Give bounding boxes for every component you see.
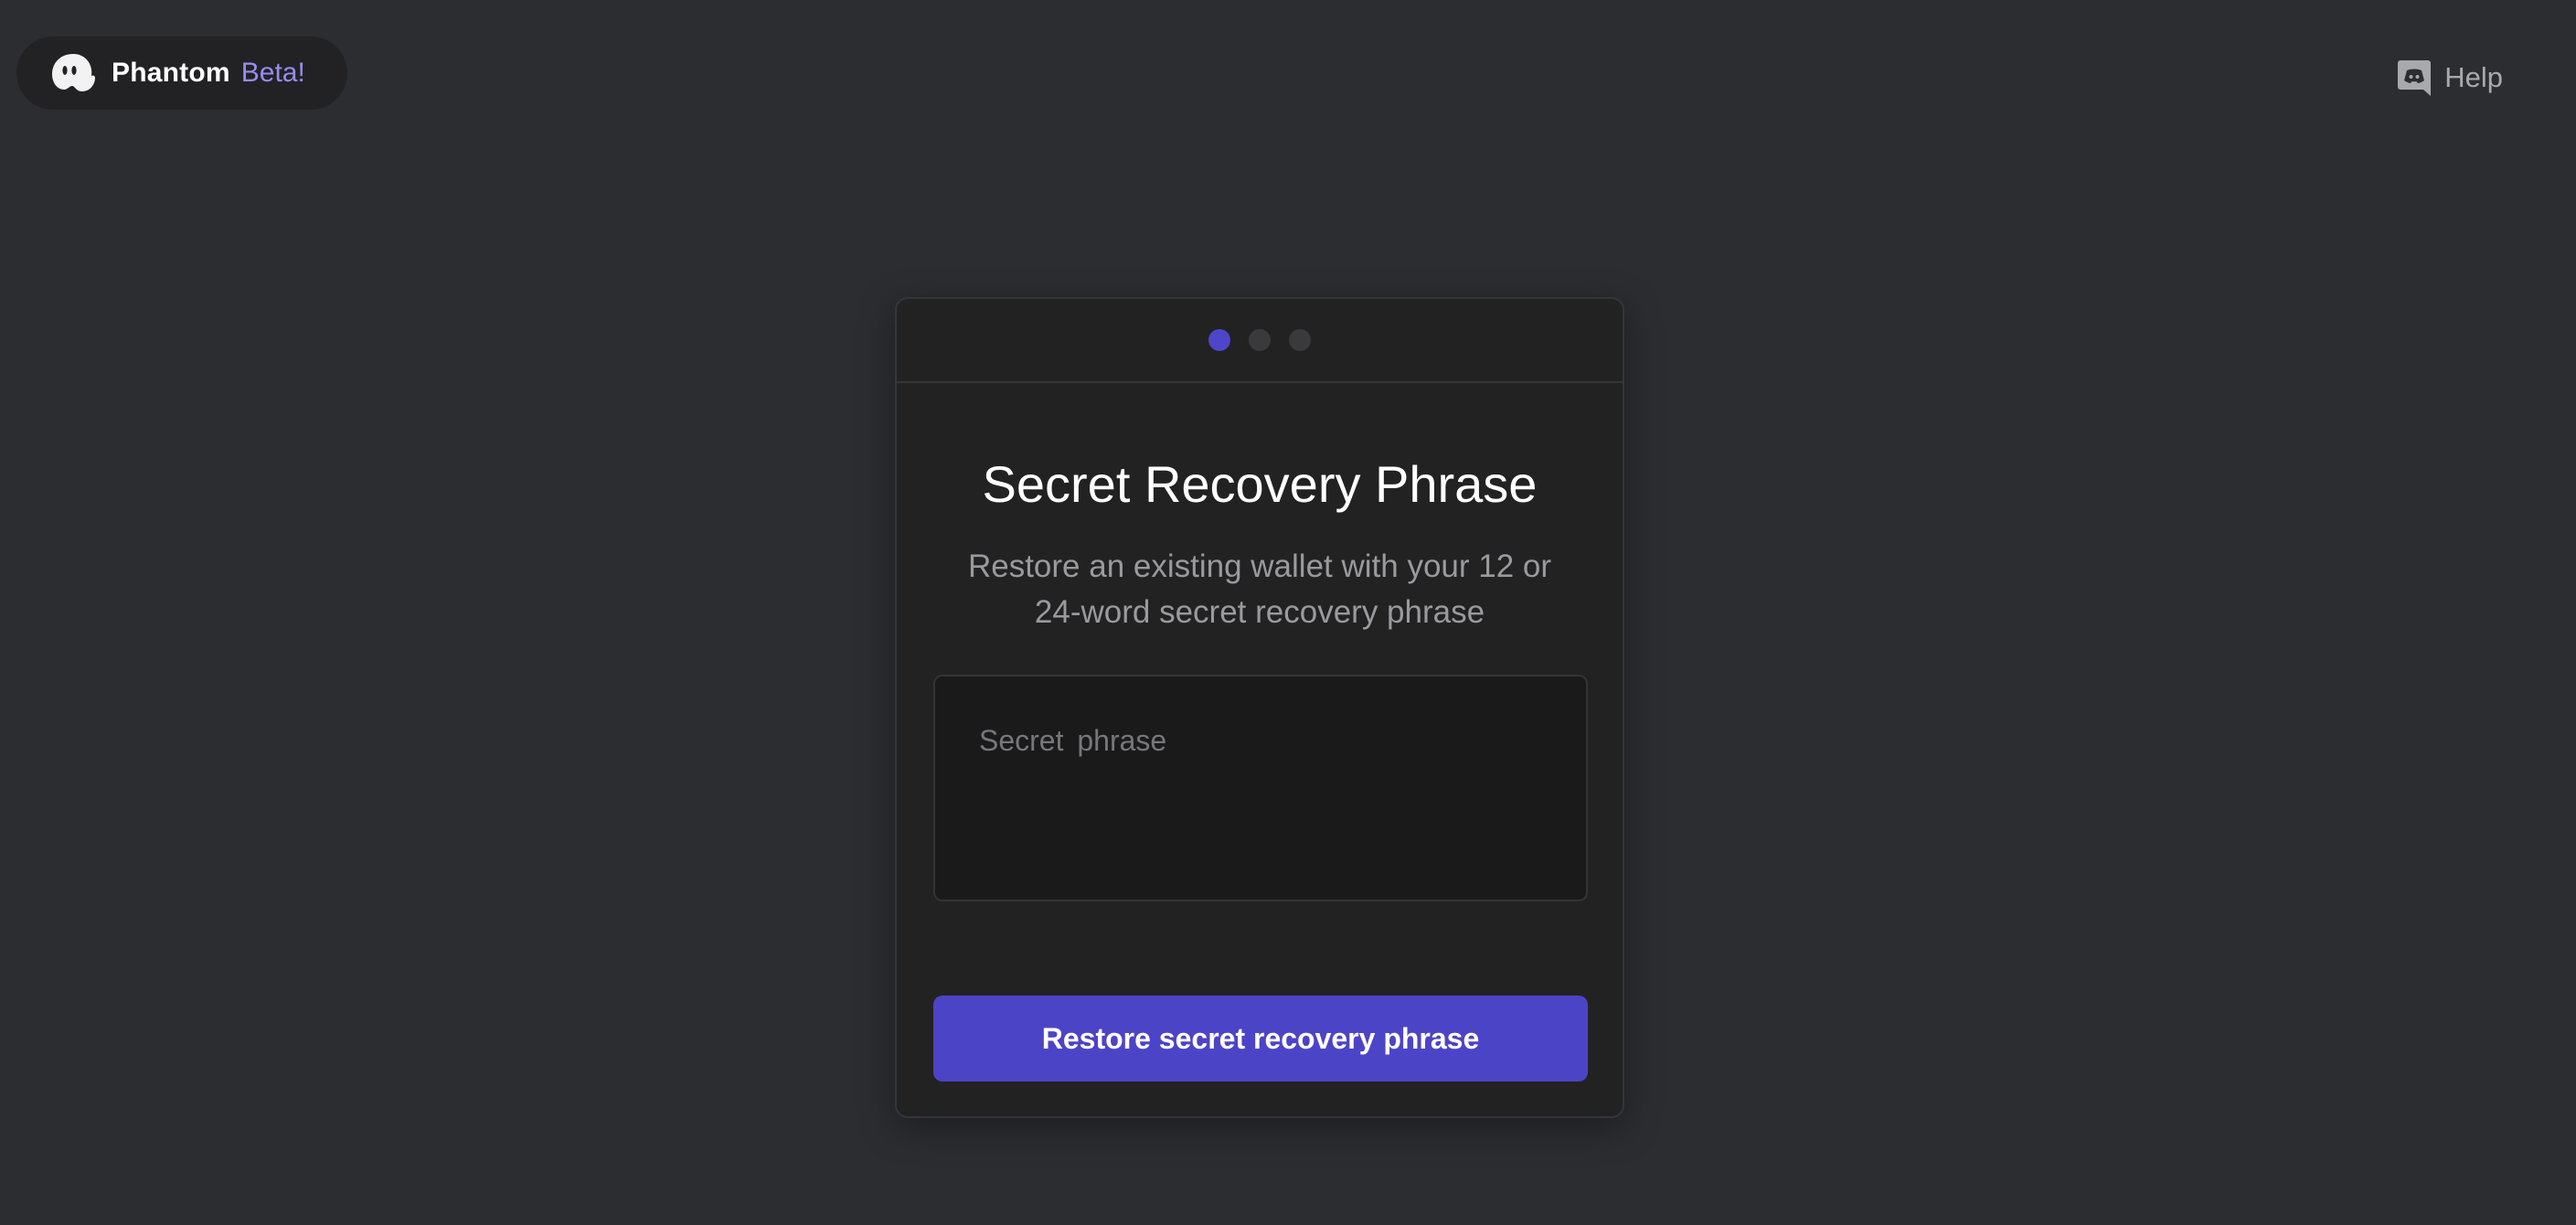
ghost-logo-icon (49, 52, 97, 94)
restore-button[interactable]: Restore secret recovery phrase (933, 996, 1588, 1081)
step-dot-1 (1208, 329, 1230, 351)
step-dot-2 (1249, 329, 1271, 351)
beta-badge: Beta! (240, 58, 305, 88)
step-dot-3 (1289, 329, 1311, 351)
brand-pill: Phantom Beta! (16, 37, 347, 110)
discord-icon (2397, 59, 2432, 97)
step-indicator (897, 299, 1623, 383)
secret-phrase-input[interactable] (933, 675, 1588, 901)
onboarding-card: Secret Recovery Phrase Restore an existi… (895, 297, 1624, 1118)
brand-name: Phantom (112, 58, 230, 88)
page-subtitle: Restore an existing wallet with your 12 … (967, 549, 1552, 630)
help-label: Help (2444, 61, 2503, 93)
page-title: Secret Recovery Phrase (982, 455, 1538, 513)
help-link[interactable]: Help (2397, 59, 2503, 97)
